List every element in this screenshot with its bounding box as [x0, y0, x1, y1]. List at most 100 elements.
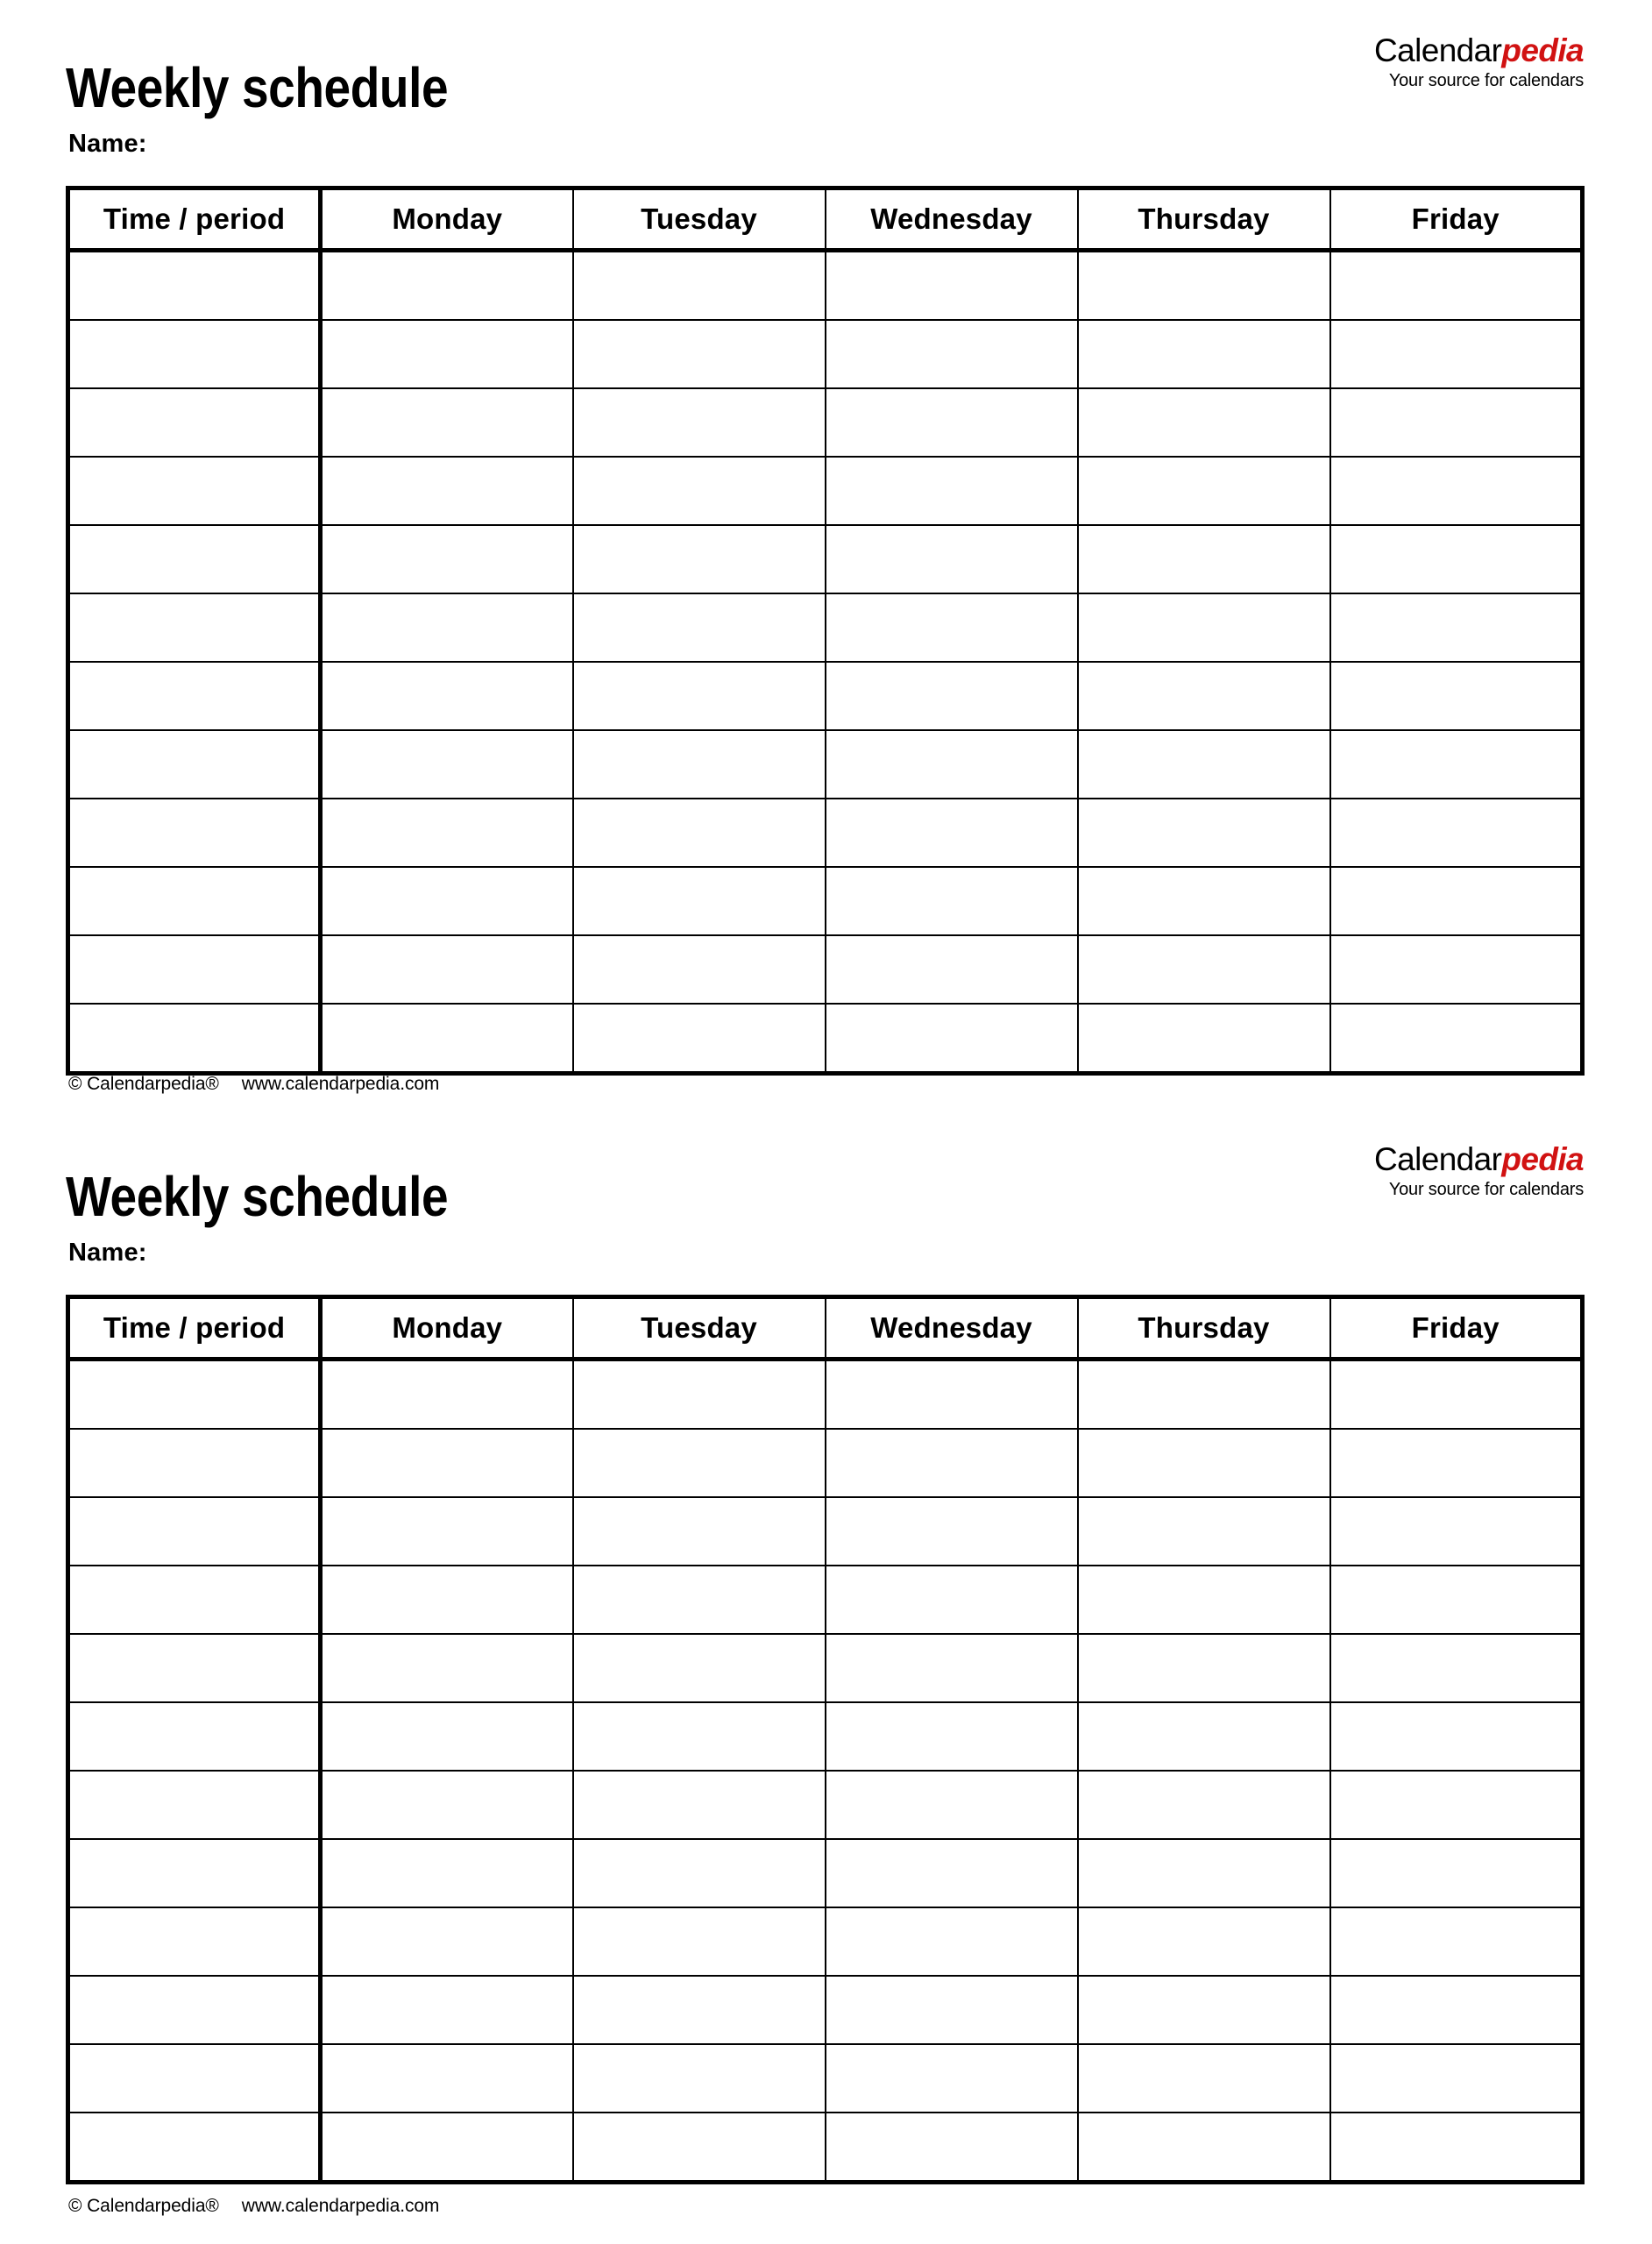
- cell-day-4[interactable]: [1077, 1429, 1331, 1498]
- cell-day-3[interactable]: [825, 1771, 1079, 1840]
- cell-time-period[interactable]: [67, 935, 323, 1005]
- cell-time-period[interactable]: [67, 1566, 323, 1635]
- cell-time-period[interactable]: [67, 662, 323, 731]
- cell-day-5[interactable]: [1329, 1497, 1583, 1566]
- cell-day-5[interactable]: [1329, 2113, 1583, 2183]
- cell-day-1[interactable]: [320, 1429, 574, 1498]
- cell-day-4[interactable]: [1077, 1566, 1331, 1635]
- cell-day-4[interactable]: [1077, 457, 1331, 526]
- cell-day-1[interactable]: [320, 935, 574, 1005]
- cell-day-3[interactable]: [825, 1839, 1079, 1908]
- cell-time-period[interactable]: [67, 1634, 323, 1703]
- cell-day-2[interactable]: [572, 1359, 826, 1430]
- cell-day-5[interactable]: [1329, 1429, 1583, 1498]
- cell-day-4[interactable]: [1077, 935, 1331, 1005]
- cell-day-3[interactable]: [825, 1497, 1079, 1566]
- cell-day-3[interactable]: [825, 457, 1079, 526]
- cell-day-1[interactable]: [320, 1497, 574, 1566]
- cell-day-5[interactable]: [1329, 1004, 1583, 1074]
- cell-time-period[interactable]: [67, 1771, 323, 1840]
- cell-day-3[interactable]: [825, 1634, 1079, 1703]
- cell-day-1[interactable]: [320, 388, 574, 458]
- cell-time-period[interactable]: [67, 867, 323, 936]
- cell-day-3[interactable]: [825, 1702, 1079, 1772]
- cell-day-4[interactable]: [1077, 1359, 1331, 1430]
- cell-time-period[interactable]: [67, 1976, 323, 2045]
- cell-day-4[interactable]: [1077, 730, 1331, 799]
- cell-day-4[interactable]: [1077, 250, 1331, 321]
- cell-day-2[interactable]: [572, 1429, 826, 1498]
- cell-day-2[interactable]: [572, 730, 826, 799]
- cell-day-2[interactable]: [572, 1771, 826, 1840]
- cell-day-3[interactable]: [825, 320, 1079, 389]
- cell-day-5[interactable]: [1329, 320, 1583, 389]
- cell-day-5[interactable]: [1329, 593, 1583, 663]
- cell-day-3[interactable]: [825, 1907, 1079, 1977]
- cell-day-1[interactable]: [320, 1771, 574, 1840]
- cell-time-period[interactable]: [67, 1839, 323, 1908]
- cell-day-4[interactable]: [1077, 867, 1331, 936]
- cell-day-1[interactable]: [320, 593, 574, 663]
- cell-day-5[interactable]: [1329, 1634, 1583, 1703]
- cell-day-3[interactable]: [825, 2044, 1079, 2113]
- cell-day-3[interactable]: [825, 388, 1079, 458]
- cell-day-4[interactable]: [1077, 388, 1331, 458]
- cell-day-5[interactable]: [1329, 2044, 1583, 2113]
- cell-day-4[interactable]: [1077, 1771, 1331, 1840]
- cell-time-period[interactable]: [67, 799, 323, 868]
- cell-day-3[interactable]: [825, 1359, 1079, 1430]
- cell-day-3[interactable]: [825, 662, 1079, 731]
- cell-day-2[interactable]: [572, 2044, 826, 2113]
- cell-day-2[interactable]: [572, 799, 826, 868]
- cell-day-2[interactable]: [572, 1004, 826, 1074]
- cell-day-2[interactable]: [572, 1566, 826, 1635]
- cell-day-4[interactable]: [1077, 1702, 1331, 1772]
- cell-day-4[interactable]: [1077, 1839, 1331, 1908]
- cell-day-1[interactable]: [320, 1566, 574, 1635]
- cell-day-4[interactable]: [1077, 320, 1331, 389]
- cell-day-5[interactable]: [1329, 935, 1583, 1005]
- cell-time-period[interactable]: [67, 1907, 323, 1977]
- cell-day-1[interactable]: [320, 1004, 574, 1074]
- cell-day-4[interactable]: [1077, 1907, 1331, 1977]
- cell-day-4[interactable]: [1077, 2044, 1331, 2113]
- cell-day-4[interactable]: [1077, 1976, 1331, 2045]
- cell-time-period[interactable]: [67, 2113, 323, 2183]
- cell-day-2[interactable]: [572, 593, 826, 663]
- cell-day-2[interactable]: [572, 1839, 826, 1908]
- cell-day-3[interactable]: [825, 1429, 1079, 1498]
- cell-day-1[interactable]: [320, 662, 574, 731]
- cell-day-2[interactable]: [572, 457, 826, 526]
- cell-day-2[interactable]: [572, 1976, 826, 2045]
- cell-day-2[interactable]: [572, 867, 826, 936]
- cell-time-period[interactable]: [67, 388, 323, 458]
- cell-day-5[interactable]: [1329, 1359, 1583, 1430]
- cell-day-2[interactable]: [572, 1497, 826, 1566]
- cell-day-2[interactable]: [572, 1907, 826, 1977]
- cell-day-3[interactable]: [825, 525, 1079, 594]
- cell-day-1[interactable]: [320, 1634, 574, 1703]
- cell-day-5[interactable]: [1329, 457, 1583, 526]
- cell-time-period[interactable]: [67, 250, 323, 321]
- cell-day-5[interactable]: [1329, 1702, 1583, 1772]
- cell-day-1[interactable]: [320, 1359, 574, 1430]
- cell-day-1[interactable]: [320, 525, 574, 594]
- cell-time-period[interactable]: [67, 1702, 323, 1772]
- cell-day-2[interactable]: [572, 1702, 826, 1772]
- cell-day-3[interactable]: [825, 799, 1079, 868]
- cell-day-5[interactable]: [1329, 525, 1583, 594]
- cell-day-5[interactable]: [1329, 1839, 1583, 1908]
- cell-day-2[interactable]: [572, 320, 826, 389]
- cell-time-period[interactable]: [67, 457, 323, 526]
- cell-day-4[interactable]: [1077, 593, 1331, 663]
- cell-day-2[interactable]: [572, 662, 826, 731]
- cell-day-3[interactable]: [825, 2113, 1079, 2183]
- cell-day-3[interactable]: [825, 867, 1079, 936]
- cell-time-period[interactable]: [67, 1359, 323, 1430]
- cell-day-3[interactable]: [825, 935, 1079, 1005]
- cell-time-period[interactable]: [67, 2044, 323, 2113]
- cell-day-1[interactable]: [320, 457, 574, 526]
- cell-day-4[interactable]: [1077, 525, 1331, 594]
- cell-day-1[interactable]: [320, 730, 574, 799]
- cell-day-5[interactable]: [1329, 1566, 1583, 1635]
